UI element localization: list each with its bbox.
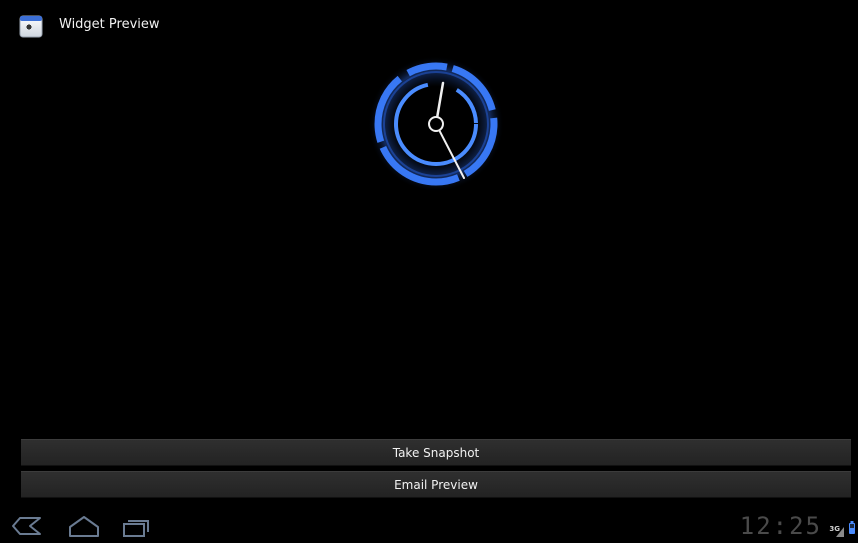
analog-clock-widget — [366, 54, 506, 194]
status-area[interactable]: 12:25 3G — [728, 512, 858, 539]
status-clock: 12:25 — [739, 512, 822, 540]
app-title: Widget Preview — [59, 17, 160, 32]
signal-icon — [836, 522, 844, 541]
system-bar: 12:25 3G — [0, 512, 858, 539]
home-icon[interactable] — [66, 512, 102, 539]
title-bar: Widget Preview — [0, 0, 858, 50]
back-icon[interactable] — [10, 512, 44, 539]
widget-preview-app-icon — [18, 11, 44, 39]
take-snapshot-button[interactable]: Take Snapshot — [21, 439, 851, 466]
recent-apps-icon[interactable] — [118, 512, 154, 539]
battery-icon — [849, 519, 855, 538]
email-preview-button[interactable]: Email Preview — [21, 471, 851, 498]
